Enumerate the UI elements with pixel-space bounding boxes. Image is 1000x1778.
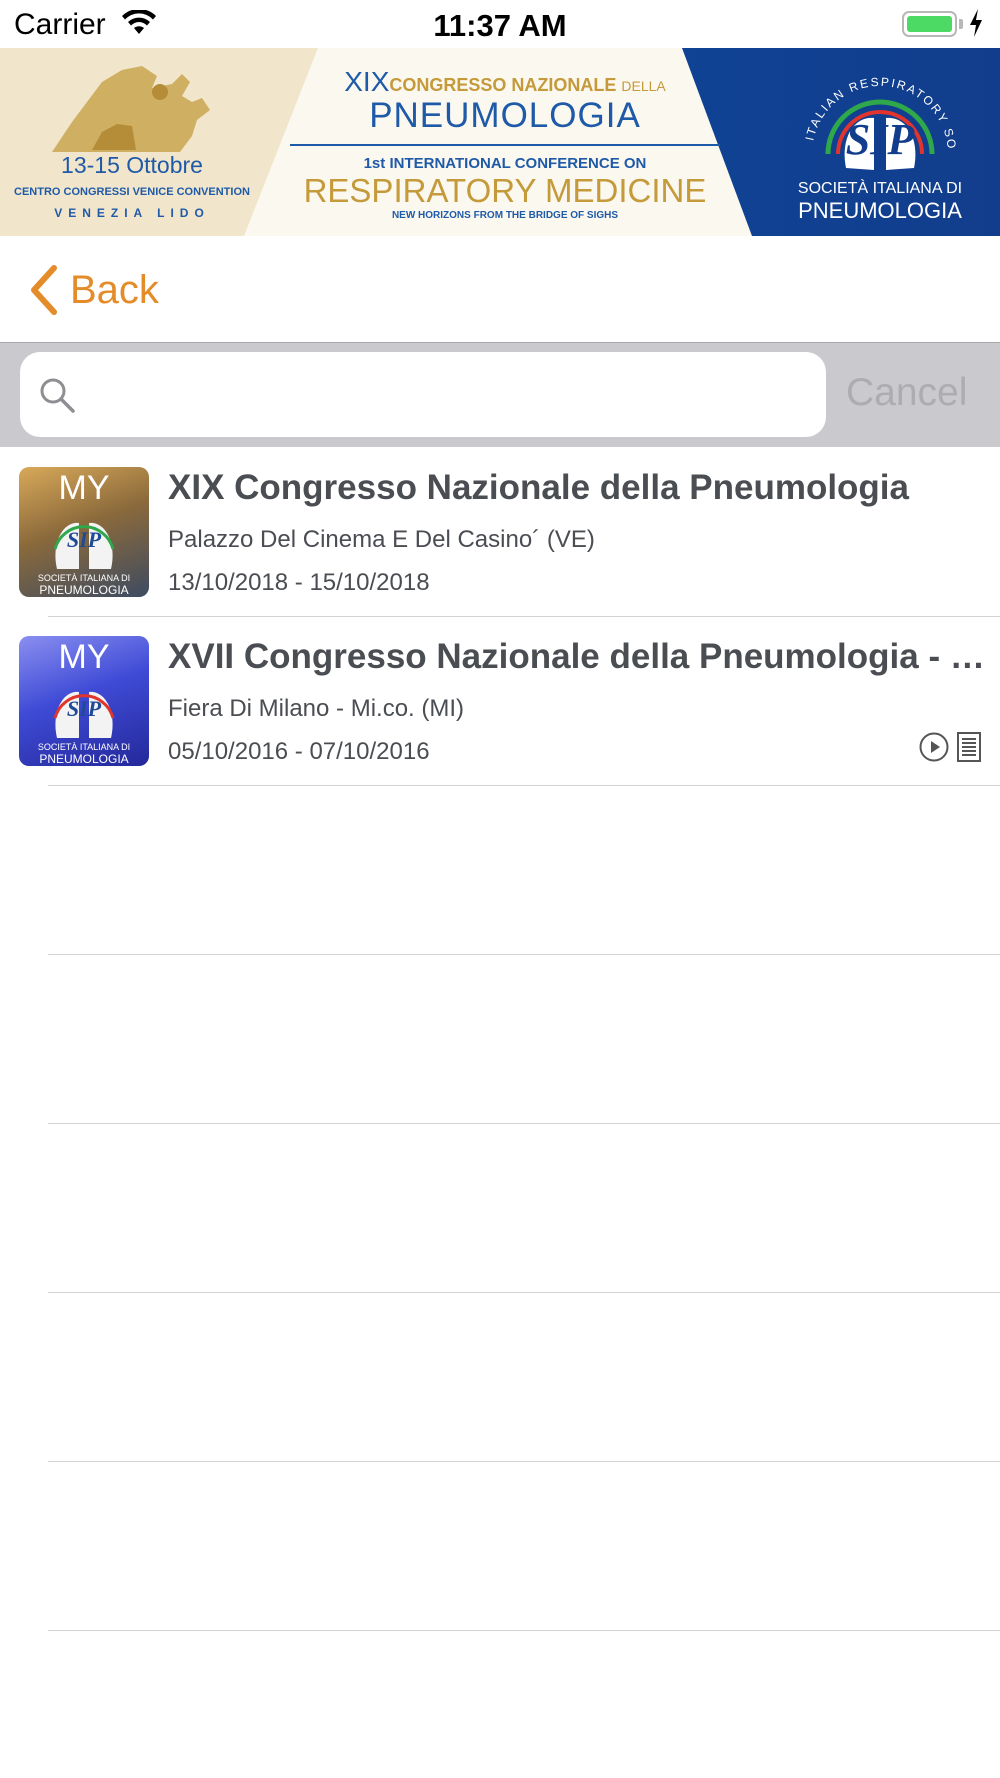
chevron-left-icon [28, 264, 58, 316]
thumb-pneumo-label: PNEUMOLOGIA [39, 752, 129, 766]
play-circle-icon[interactable] [918, 731, 950, 768]
banner-society-pneumo: PNEUMOLOGIA [798, 198, 962, 223]
search-icon [38, 376, 76, 419]
thumb-society-label: SOCIETÀ ITALIANA DI [37, 573, 131, 583]
congress-title: XIX Congresso Nazionale della Pneumologi… [168, 468, 909, 507]
banner-tagline: NEW HORIZONS FROM THE BRIDGE OF SIGHS [391, 210, 619, 221]
banner-lido: VENEZIA LIDO [54, 206, 210, 220]
congress-banner: 13-15 Ottobre CENTRO CONGRESSI VENICE CO… [0, 48, 1000, 236]
thumb-my-label: MY [58, 638, 110, 676]
congress-venue: Palazzo Del Cinema E Del Casino´ (VE) [168, 526, 595, 553]
banner-congress-text: CONGRESSO NAZIONALE [389, 75, 617, 95]
banner-pneumologia: PNEUMOLOGIA [369, 96, 641, 135]
row-separator [48, 1630, 1000, 1631]
navigation-bar: Back [0, 236, 1000, 343]
empty-row [0, 955, 1000, 1124]
thumb-pneumo-label: PNEUMOLOGIA [39, 583, 129, 597]
congress-dates: 05/10/2016 - 07/10/2016 [168, 738, 430, 765]
banner-intl-line: 1st INTERNATIONAL CONFERENCE ON [363, 155, 647, 172]
battery-fill [907, 16, 952, 32]
venice-lion-icon [32, 62, 232, 163]
sip-logo: ITALIAN RESPIRATORY SOCIETY SIP [785, 48, 970, 187]
back-button[interactable]: Back [28, 264, 159, 316]
empty-row [0, 1462, 1000, 1631]
congress-thumbnail: MY SIP SOCIETÀ ITALIANA DI PNEUMOLOGIA [19, 467, 149, 597]
charging-bolt-icon [969, 9, 983, 42]
congress-media-icons [918, 731, 982, 768]
banner-dates: 13-15 Ottobre [61, 152, 203, 178]
cancel-button[interactable]: Cancel [846, 371, 996, 415]
banner-divider [290, 144, 720, 146]
empty-row [0, 1293, 1000, 1462]
status-bar: Carrier 11:37 AM [0, 0, 1000, 48]
search-bar: Cancel [0, 343, 1000, 447]
empty-row [0, 1124, 1000, 1293]
congress-title: XVII Congresso Nazionale della Pneumolog… [168, 637, 990, 676]
thumb-society-label: SOCIETÀ ITALIANA DI [37, 742, 131, 752]
banner-society: SOCIETÀ ITALIANA DI [797, 180, 963, 197]
thumb-my-label: MY [58, 469, 110, 507]
clock: 11:37 AM [433, 8, 567, 43]
congress-thumbnail: MY SIP SOCIETÀ ITALIANA DI PNEUMOLOGIA [19, 636, 149, 766]
battery-icon [902, 11, 957, 37]
list-item[interactable]: MY SIP SOCIETÀ ITALIANA DI PNEUMOLOGIA X… [0, 617, 1000, 786]
congress-venue: Fiera Di Milano - Mi.co. (MI) [168, 695, 465, 722]
list-item[interactable]: MY SIP SOCIETÀ ITALIANA DI PNEUMOLOGIA X… [0, 448, 1000, 617]
thumb-sip-label: SIP [66, 696, 102, 721]
empty-row [0, 786, 1000, 955]
banner-congress-line: XIXCONGRESSO NAZIONALE DELLA [280, 66, 730, 98]
congress-dates: 13/10/2018 - 15/10/2018 [168, 569, 430, 596]
thumb-sip-label: SIP [66, 527, 102, 552]
back-label: Back [70, 267, 159, 312]
logo-sip-text: SIP [846, 115, 916, 164]
search-field[interactable] [20, 352, 826, 437]
banner-venue: CENTRO CONGRESSI VENICE CONVENTION [14, 186, 250, 198]
banner-della: DELLA [621, 78, 666, 94]
banner-edition: XIX [344, 66, 390, 97]
search-input[interactable] [94, 366, 798, 424]
banner-respiratory: RESPIRATORY MEDICINE [303, 172, 707, 209]
congress-list: MY SIP SOCIETÀ ITALIANA DI PNEUMOLOGIA X… [0, 448, 1000, 1631]
document-icon[interactable] [956, 731, 982, 768]
battery-cap [959, 19, 963, 29]
